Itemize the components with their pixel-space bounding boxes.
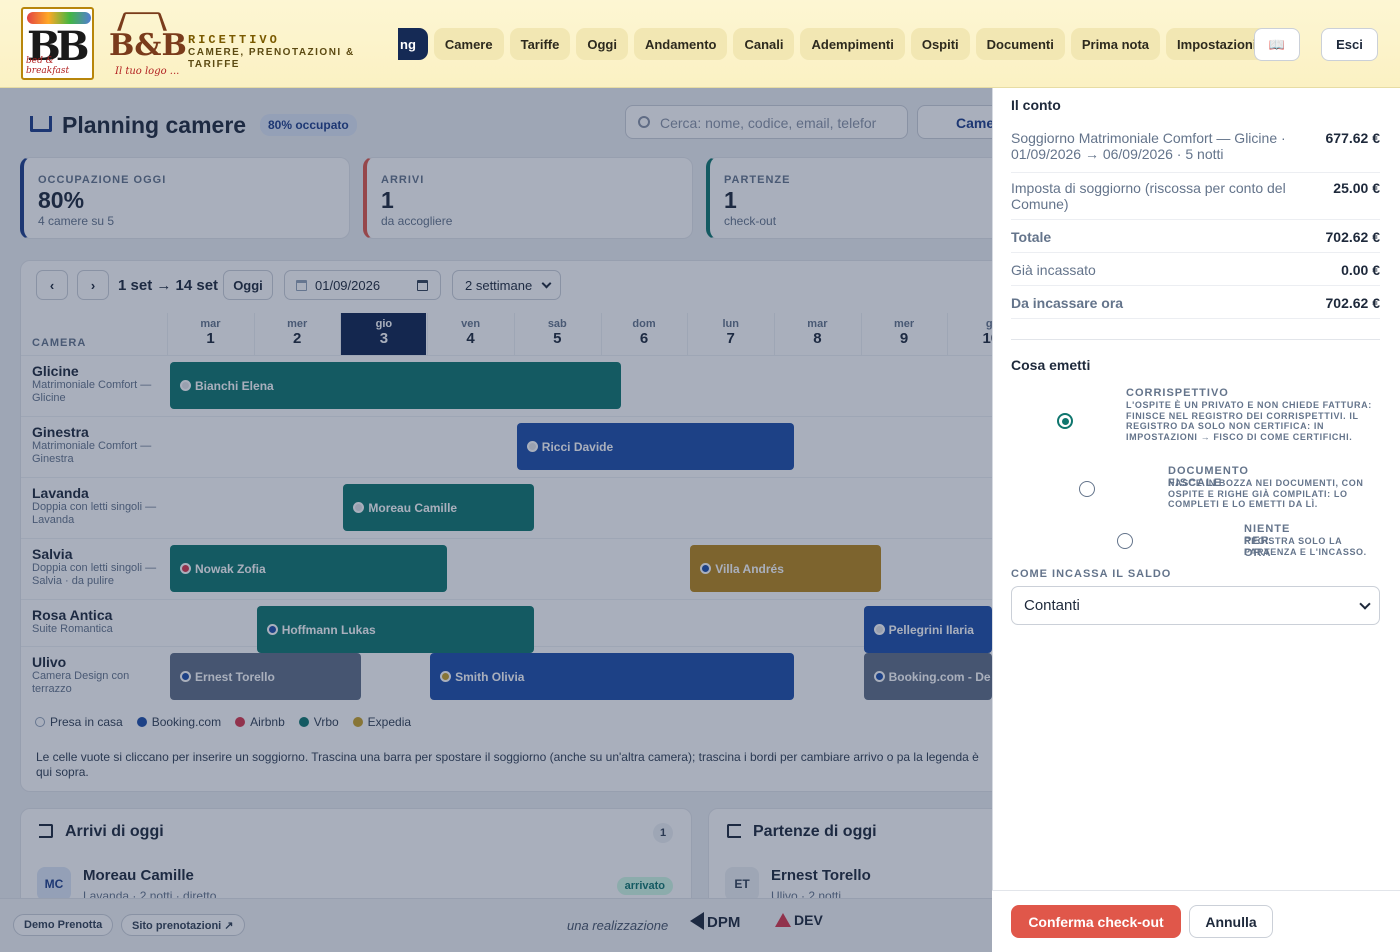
divider — [1011, 339, 1380, 340]
nav-oggi[interactable]: Oggi — [576, 28, 628, 60]
nav-ospiti[interactable]: Ospiti — [910, 28, 970, 60]
account-line-stay: Soggiorno Matrimoniale Comfort — Glicine… — [1011, 130, 1380, 173]
book-icon: 📖 — [1268, 36, 1286, 52]
account-line-label: Soggiorno Matrimoniale Comfort — Glicine… — [1011, 130, 1286, 162]
account-line-label: Totale — [1011, 229, 1052, 245]
logo2-tagline: Il tuo logo ... — [115, 66, 180, 77]
option-title: CORRISPETTIVO — [1126, 387, 1229, 399]
modal-overlay[interactable] — [0, 88, 992, 952]
account-line-label: Imposta di soggiorno (riscossa per conto… — [1011, 180, 1286, 212]
option-description: Registra solo la partenza e l'incasso. — [1244, 536, 1367, 557]
account-line-tax: Imposta di soggiorno (riscossa per conto… — [1011, 180, 1380, 220]
option-description: L'ospite è un privato e non chiede fattu… — [1126, 400, 1372, 442]
app-subtitle: CAMERE, PRENOTAZIONI & TARIFFE — [188, 47, 355, 70]
account-line-value: 702.62 € — [1325, 229, 1381, 245]
account-line-value: 25.00 € — [1333, 180, 1380, 196]
nav-camere[interactable]: Camere — [433, 28, 504, 60]
radio-niente[interactable] — [1117, 533, 1133, 549]
exit-button[interactable]: Esci — [1321, 28, 1378, 61]
account-line-label: Da incassare ora — [1011, 295, 1124, 311]
radio-corrispettivo[interactable] — [1057, 413, 1073, 429]
logo-tagline: bed & breakfast — [26, 56, 70, 76]
app-name: RICETTIVO — [188, 33, 280, 47]
guide-button[interactable]: 📖 — [1254, 28, 1300, 61]
payment-label: COME INCASSA IL SALDO — [1011, 568, 1172, 580]
nav-documenti[interactable]: Documenti — [975, 28, 1065, 60]
account-line-value: 677.62 € — [1325, 130, 1381, 146]
account-line-collected: Già incassato 0.00 € — [1011, 262, 1380, 286]
nav-adempimenti[interactable]: Adempimenti — [800, 28, 905, 60]
nav-planning[interactable]: ng — [398, 28, 428, 60]
nav-tariffe[interactable]: Tariffe — [509, 28, 571, 60]
chevron-down-icon — [1359, 598, 1371, 610]
option-description: Nasce in bozza nei Documenti, con ospite… — [1168, 478, 1364, 509]
account-line-label: Già incassato — [1011, 262, 1096, 278]
emit-title: Cosa emetti — [1011, 357, 1091, 373]
account-title: Il conto — [1011, 97, 1061, 113]
top-bar: BB bed & breakfast B&B Il tuo logo ... R… — [0, 0, 1400, 88]
main-nav: ng Camere Tariffe Oggi Andamento Canali … — [398, 28, 1268, 60]
nav-impostazioni[interactable]: Impostazioni — [1166, 28, 1268, 60]
cancel-button[interactable]: Annulla — [1189, 905, 1273, 938]
account-line-total: Totale 702.62 € — [1011, 229, 1380, 253]
nav-prima-nota[interactable]: Prima nota — [1070, 28, 1161, 60]
account-line-due: Da incassare ora 702.62 € — [1011, 295, 1380, 319]
bb-logo: BB bed & breakfast — [21, 7, 94, 80]
nav-andamento[interactable]: Andamento — [633, 28, 728, 60]
payment-value: Contanti — [1024, 597, 1080, 614]
house-logo: B&B Il tuo logo ... — [105, 6, 187, 81]
radio-documento-fiscale[interactable] — [1079, 481, 1095, 497]
account-line-value: 0.00 € — [1341, 262, 1380, 278]
confirm-checkout-button[interactable]: Conferma check-out — [1011, 905, 1181, 938]
logo2-text: B&B — [109, 28, 187, 63]
nav-canali[interactable]: Canali — [733, 28, 795, 60]
payment-select[interactable]: Contanti — [1011, 586, 1380, 625]
account-line-value: 702.62 € — [1325, 295, 1381, 311]
